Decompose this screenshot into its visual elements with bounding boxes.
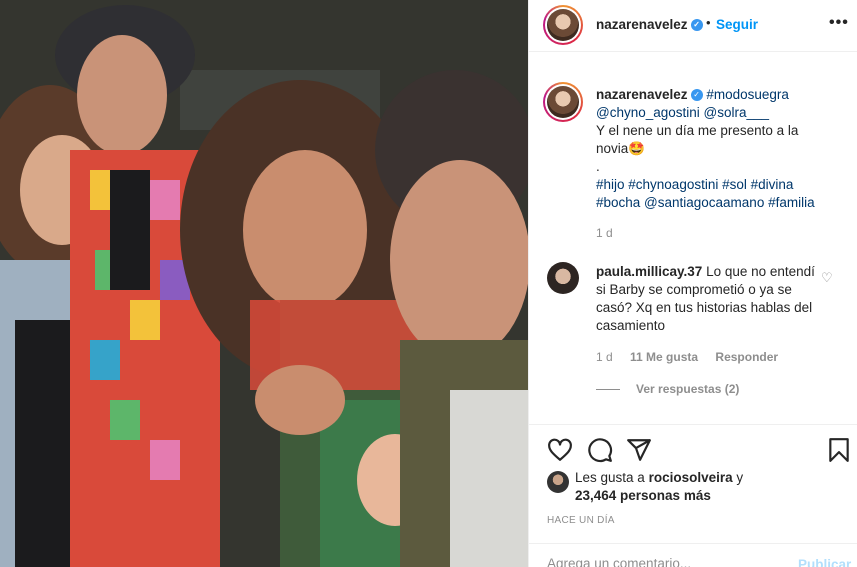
caption-text: nazarenavelez ✓ #modosuegra @chyno_agosti… [596,86,846,212]
add-comment-bar: Publicar [529,543,857,567]
verified-icon: ✓ [690,89,703,102]
replies-divider [596,389,620,391]
comment-body: paula.millicay.37 Lo que no entendí si B… [596,263,818,335]
hashtags-line[interactable]: #hijo #chynoagostini #sol #divina [596,177,793,192]
caption-time[interactable]: 1 d [596,226,613,240]
mention-link[interactable]: @solra___ [704,105,770,120]
post-timestamp[interactable]: HACE UN DÍA [547,515,615,526]
view-replies-button[interactable]: Ver respuestas (2) [596,382,739,396]
heart-icon[interactable] [547,437,573,463]
caption-line: . [596,159,600,174]
author-avatar[interactable] [543,5,583,45]
comment-icon[interactable] [587,437,613,463]
hashtag-link[interactable]: #modosuegra [706,87,789,102]
hashtags-line[interactable]: #bocha @santiagocaamano #familia [596,195,815,210]
reply-button[interactable]: Responder [715,350,778,364]
post-panel: nazarenavelez ✓ • Seguir ••• nazarenavele… [528,0,857,567]
others-count[interactable]: 23,464 personas más [575,488,711,503]
post-actions: Les gusta a rociosolveira y 23,464 perso… [529,424,857,567]
commenter-avatar[interactable] [547,262,579,294]
comment-meta: 1 d 11 Me gusta Responder [596,350,792,364]
caption-username[interactable]: nazarenavelez [596,87,688,102]
author-username[interactable]: nazarenavelez ✓ [596,17,703,32]
comment-input[interactable] [547,556,767,567]
post-comment-button[interactable]: Publicar [798,557,851,567]
commenter-username[interactable]: paula.millicay.37 [596,264,702,279]
mention-link[interactable]: @chyno_agostini [596,105,700,120]
caption-line: Y el nene un día me presento a la [596,123,799,138]
share-icon[interactable] [626,437,652,463]
post-header: nazarenavelez ✓ • Seguir ••• [529,0,857,52]
liker-avatar[interactable] [547,471,569,493]
bookmark-icon[interactable] [826,437,852,463]
caption-line: novia🤩 [596,141,646,156]
separator-dot: • [706,15,711,30]
liker-username[interactable]: rociosolveira [649,470,733,485]
more-icon[interactable]: ••• [829,14,849,32]
caption-author-avatar[interactable] [543,82,583,122]
likes-text: Les gusta a rociosolveira y 23,464 perso… [575,470,744,503]
post-photo[interactable] [0,0,528,567]
comment-likes[interactable]: 11 Me gusta [630,350,698,364]
photo-illustration [0,0,528,567]
verified-icon: ✓ [690,19,703,32]
follow-button[interactable]: Seguir [716,17,758,32]
comment-like-icon[interactable]: ♡ [821,270,833,286]
comment-time[interactable]: 1 d [596,350,613,364]
